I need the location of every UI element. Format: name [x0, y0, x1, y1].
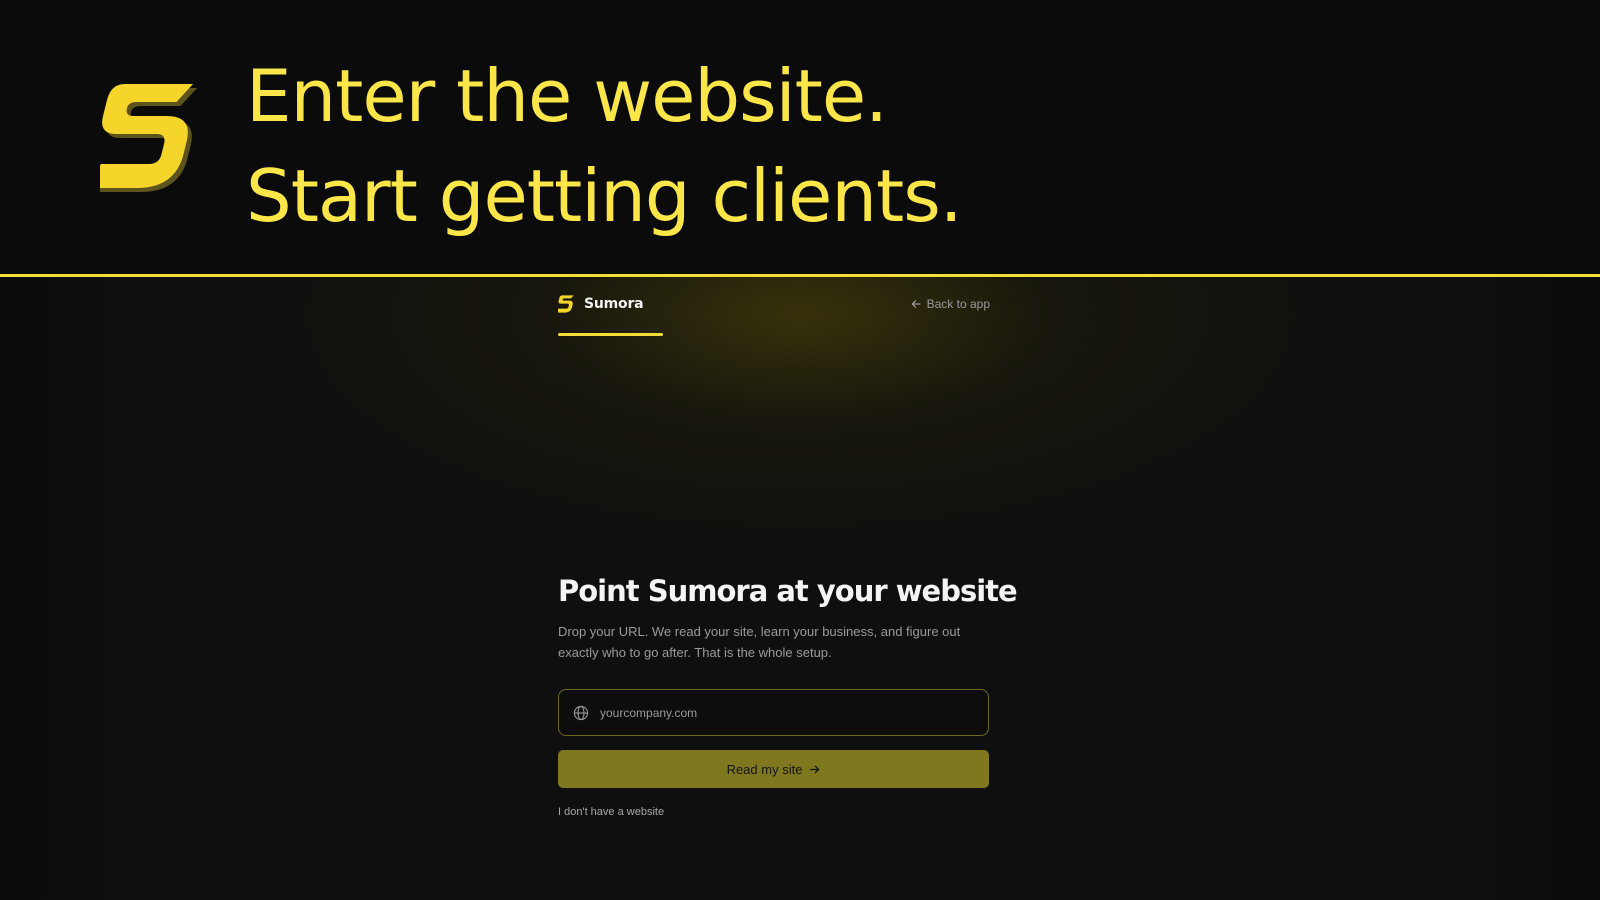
promo-banner: Enter the website. Start getting clients…: [0, 0, 1600, 274]
app-window: Sumora Back to app Point Sumora at your …: [0, 277, 1600, 900]
promo-headline-line1: Enter the website.: [246, 54, 888, 138]
back-to-app-link[interactable]: Back to app: [911, 297, 990, 311]
brand-underline: [558, 333, 663, 336]
setup-form: Point Sumora at your website Drop your U…: [558, 573, 1018, 820]
sumora-logo-icon: [558, 295, 574, 313]
arrow-right-icon: [810, 765, 820, 773]
promo-headline-line2: Start getting clients.: [246, 154, 963, 238]
globe-icon: [573, 705, 589, 720]
back-to-app-label: Back to app: [926, 297, 990, 311]
promo-headline: Enter the website. Start getting clients…: [246, 46, 963, 246]
brand[interactable]: Sumora: [558, 293, 644, 315]
read-my-site-label: Read my site: [726, 761, 803, 777]
arrow-left-icon: [911, 300, 921, 308]
page-title: Point Sumora at your website: [558, 574, 1018, 608]
top-nav: Sumora Back to app: [558, 277, 990, 339]
sumora-logo-icon: [100, 84, 198, 192]
page-subtitle: Drop your URL. We read your site, learn …: [558, 624, 961, 660]
read-my-site-button[interactable]: Read my site: [558, 750, 989, 788]
url-field[interactable]: [558, 689, 989, 736]
page: Enter the website. Start getting clients…: [0, 0, 1600, 900]
no-website-link[interactable]: I don't have a website: [558, 806, 664, 818]
brand-name: Sumora: [584, 296, 644, 312]
url-input[interactable]: [600, 690, 988, 735]
